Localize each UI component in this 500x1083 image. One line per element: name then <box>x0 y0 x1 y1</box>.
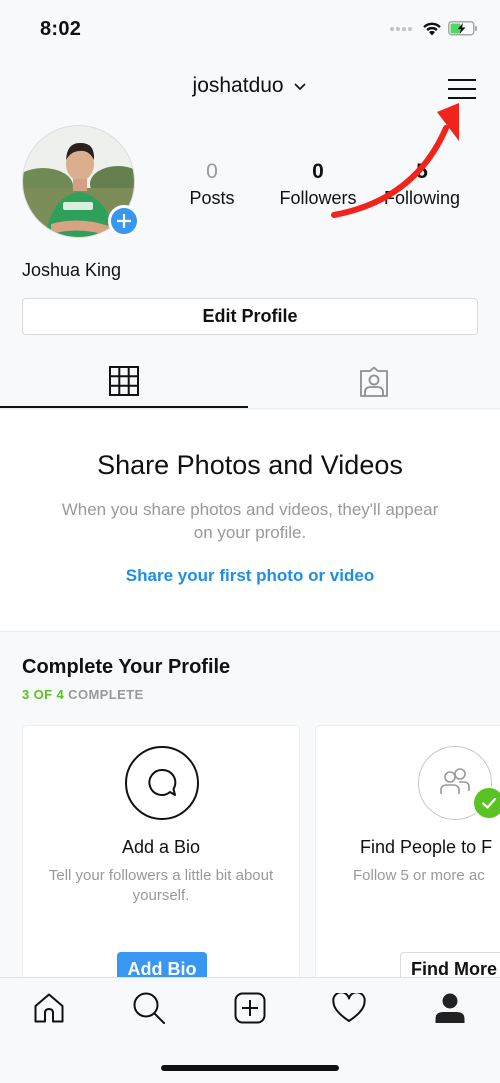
nav-search[interactable] <box>129 988 169 1028</box>
stat-following[interactable]: 5 Following <box>376 160 468 210</box>
empty-posts-section: Share Photos and Videos When you share p… <box>0 410 500 632</box>
full-name: Joshua King <box>22 260 122 280</box>
followers-label: Followers <box>279 188 357 208</box>
completed-check-badge <box>472 786 500 820</box>
plus-icon <box>117 214 131 228</box>
stat-followers[interactable]: 0 Followers <box>272 160 364 210</box>
edit-profile-button[interactable]: Edit Profile <box>22 298 478 335</box>
find-people-card: Find People to F Follow 5 or more ac Fin… <box>315 725 500 985</box>
following-label: Following <box>383 188 461 208</box>
profile-icon <box>435 993 465 1023</box>
status-indicators <box>390 21 478 36</box>
nav-home[interactable] <box>29 988 69 1028</box>
username: joshatduo <box>192 74 284 97</box>
nav-new-post[interactable] <box>230 988 270 1028</box>
add-story-button[interactable] <box>108 205 140 237</box>
top-navigation: joshatduo <box>0 68 500 112</box>
card-description: Follow 5 or more ac <box>353 867 485 884</box>
profile-tabs <box>0 355 500 409</box>
battery-charging-icon <box>448 21 477 36</box>
chevron-down-icon <box>294 83 307 91</box>
nav-profile[interactable] <box>430 988 470 1028</box>
card-description: Tell your followers a little bit about y… <box>48 867 274 904</box>
tab-grid[interactable] <box>0 355 248 408</box>
cellular-signal-icon <box>390 26 412 31</box>
card-title: Add a Bio <box>121 837 201 857</box>
complete-profile-title: Complete Your Profile <box>22 656 231 678</box>
empty-state-description: When you share photos and videos, they'l… <box>61 500 439 542</box>
home-indicator[interactable] <box>161 1065 339 1071</box>
add-post-icon <box>234 992 266 1024</box>
wifi-icon <box>423 22 441 36</box>
search-icon <box>133 992 165 1024</box>
following-count: 5 <box>416 160 428 183</box>
stat-posts[interactable]: 0 Posts <box>178 160 246 210</box>
nav-activity[interactable] <box>329 988 369 1028</box>
speech-bubble-icon-circle <box>125 746 199 820</box>
checkmark-icon <box>481 797 497 809</box>
speech-bubble-icon <box>148 768 177 796</box>
posts-label: Posts <box>189 188 235 208</box>
add-bio-card: Add a Bio Tell your followers a little b… <box>22 725 300 985</box>
card-title: Find People to F <box>360 837 493 857</box>
status-bar: 8:02 <box>0 0 500 60</box>
complete-profile-progress: 3 OF 4 COMPLETE <box>22 687 144 702</box>
posts-count: 0 <box>206 160 218 183</box>
followers-count: 0 <box>312 160 324 183</box>
empty-state-title: Share Photos and Videos <box>97 450 403 480</box>
tab-tagged[interactable] <box>250 355 498 409</box>
tagged-photos-icon <box>360 366 388 397</box>
share-first-photo-link[interactable]: Share your first photo or video <box>0 566 500 586</box>
heart-icon <box>332 993 366 1022</box>
progress-suffix: COMPLETE <box>68 687 144 702</box>
status-time: 8:02 <box>40 18 82 40</box>
hamburger-menu-icon[interactable] <box>448 76 476 102</box>
progress-count: 3 OF 4 <box>22 687 65 702</box>
account-switcher[interactable]: joshatduo <box>0 74 500 98</box>
grid-icon <box>109 365 139 396</box>
home-icon <box>34 993 64 1023</box>
